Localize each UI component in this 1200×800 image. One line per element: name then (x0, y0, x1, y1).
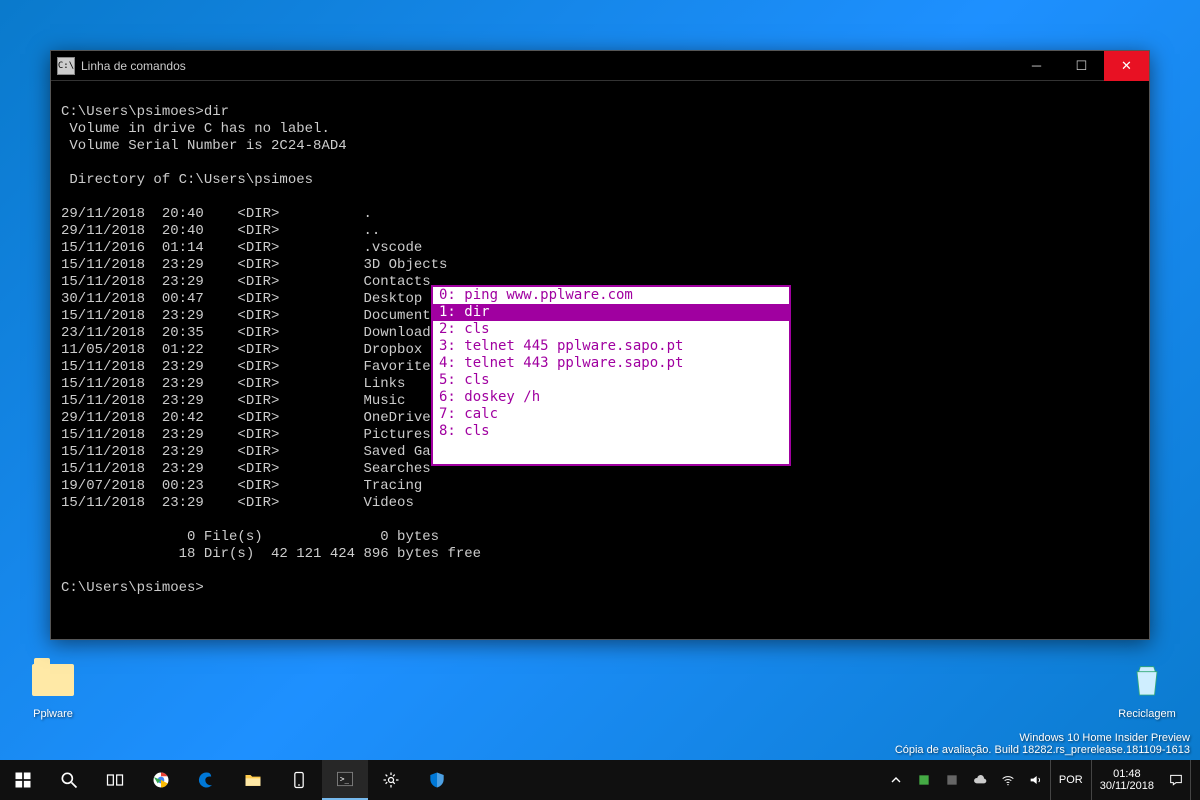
history-item[interactable]: 8: cls (433, 423, 789, 440)
taskbar-app-security[interactable] (414, 760, 460, 800)
gear-icon (381, 770, 401, 790)
terminal-line: Volume in drive C has no label. (61, 121, 330, 137)
taskbar: >_ POR 01:48 30/11/2018 (0, 760, 1200, 800)
taskbar-app-edge[interactable] (184, 760, 230, 800)
notification-icon (1168, 772, 1184, 788)
cmd-icon: C:\ (57, 57, 75, 75)
phone-icon (289, 770, 309, 790)
chevron-up-icon (888, 772, 904, 788)
close-button[interactable]: ✕ (1104, 51, 1149, 81)
tray-network[interactable] (994, 760, 1022, 800)
desktop-folder-pplware[interactable]: Pplware (18, 656, 88, 720)
taskbar-app-phone[interactable] (276, 760, 322, 800)
shield-icon (427, 770, 447, 790)
search-button[interactable] (46, 760, 92, 800)
tray-date: 30/11/2018 (1100, 780, 1154, 792)
dir-listing: 29/11/2018 20:40 <DIR> . 29/11/2018 20:4… (61, 206, 456, 511)
volume-icon (1028, 772, 1044, 788)
terminal-line: Volume Serial Number is 2C24-8AD4 (61, 138, 347, 154)
terminal-line: 0 File(s) 0 bytes (61, 529, 439, 545)
chrome-icon (151, 770, 171, 790)
file-explorer-icon (243, 770, 263, 790)
task-view-button[interactable] (92, 760, 138, 800)
tray-time: 01:48 (1113, 768, 1141, 780)
taskbar-app-chrome[interactable] (138, 760, 184, 800)
command-history-popup[interactable]: 0: ping www.pplware.com1: dir2: cls3: te… (431, 285, 791, 466)
desktop-icon-label: Pplware (18, 708, 88, 720)
tray-onedrive[interactable] (966, 760, 994, 800)
history-item[interactable]: 4: telnet 443 pplware.sapo.pt (433, 355, 789, 372)
tray-notifications[interactable] (1162, 760, 1190, 800)
desktop-recycle-bin[interactable]: Reciclagem (1112, 656, 1182, 720)
history-item[interactable]: 3: telnet 445 pplware.sapo.pt (433, 338, 789, 355)
watermark-line: Cópia de avaliação. Build 18282.rs_prere… (895, 744, 1190, 756)
taskbar-app-explorer[interactable] (230, 760, 276, 800)
edge-icon (197, 770, 217, 790)
maximize-button[interactable]: ☐ (1059, 51, 1104, 81)
show-desktop-button[interactable] (1190, 760, 1200, 800)
terminal-line: C:\Users\psimoes>dir (61, 104, 229, 120)
tray-chevron-up[interactable] (882, 760, 910, 800)
tray-app[interactable] (938, 760, 966, 800)
tray-volume[interactable] (1022, 760, 1050, 800)
task-view-icon (105, 770, 125, 790)
recycle-bin-icon (1123, 656, 1171, 704)
cmd-icon: >_ (335, 769, 355, 789)
terminal-prompt: C:\Users\psimoes> (61, 580, 204, 596)
history-item[interactable]: 0: ping www.pplware.com (433, 287, 789, 304)
tray-language[interactable]: POR (1050, 760, 1092, 800)
window-titlebar[interactable]: C:\ Linha de comandos ─ ☐ ✕ (51, 51, 1149, 81)
tray-clock[interactable]: 01:48 30/11/2018 (1092, 760, 1162, 800)
cloud-icon (972, 772, 988, 788)
minimize-button[interactable]: ─ (1014, 51, 1059, 81)
windows-icon (13, 770, 33, 790)
terminal-line: 18 Dir(s) 42 121 424 896 bytes free (61, 546, 481, 562)
start-button[interactable] (0, 760, 46, 800)
svg-text:>_: >_ (340, 775, 350, 784)
taskbar-app-settings[interactable] (368, 760, 414, 800)
tray-app[interactable] (910, 760, 938, 800)
window-title: Linha de comandos (81, 59, 1014, 73)
terminal-output[interactable]: C:\Users\psimoes>dir Volume in drive C h… (51, 81, 1149, 639)
history-item[interactable]: 5: cls (433, 372, 789, 389)
desktop-icon-label: Reciclagem (1112, 708, 1182, 720)
command-prompt-window: C:\ Linha de comandos ─ ☐ ✕ C:\Users\psi… (50, 50, 1150, 640)
history-item[interactable]: 1: dir (433, 304, 789, 321)
taskbar-app-cmd[interactable]: >_ (322, 760, 368, 800)
terminal-line: Directory of C:\Users\psimoes (61, 172, 313, 188)
system-tray: POR 01:48 30/11/2018 (882, 760, 1200, 800)
watermark-line: Windows 10 Home Insider Preview (895, 732, 1190, 744)
search-icon (59, 770, 79, 790)
tray-icon (944, 772, 960, 788)
history-item[interactable]: 6: doskey /h (433, 389, 789, 406)
wifi-icon (1000, 772, 1016, 788)
folder-icon (29, 656, 77, 704)
windows-watermark: Windows 10 Home Insider Preview Cópia de… (895, 732, 1190, 756)
history-item[interactable]: 2: cls (433, 321, 789, 338)
history-item[interactable]: 7: calc (433, 406, 789, 423)
tray-icon (916, 772, 932, 788)
